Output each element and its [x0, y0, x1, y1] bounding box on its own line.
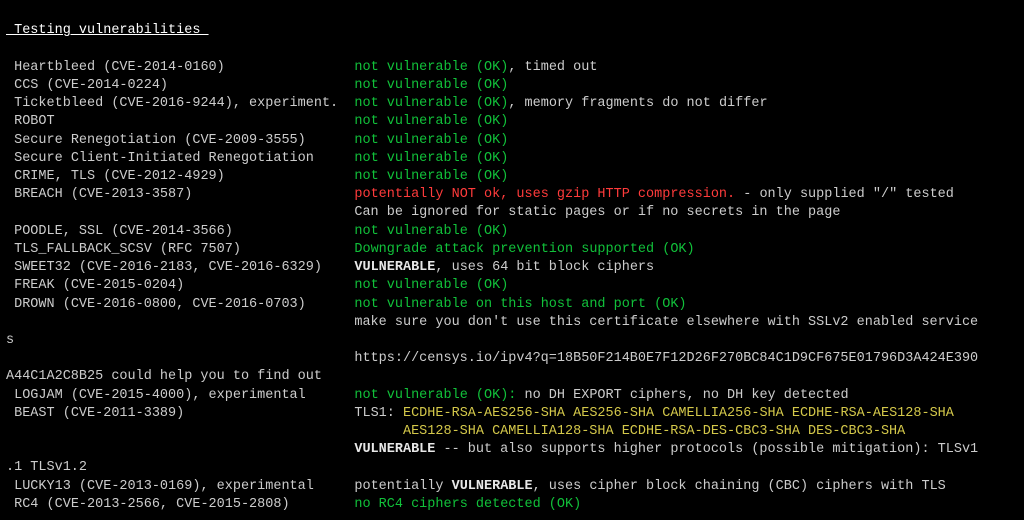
terminal-output: Testing vulnerabilities Heartbleed (CVE-… [0, 0, 1024, 520]
section-header: Testing vulnerabilities [6, 23, 209, 38]
